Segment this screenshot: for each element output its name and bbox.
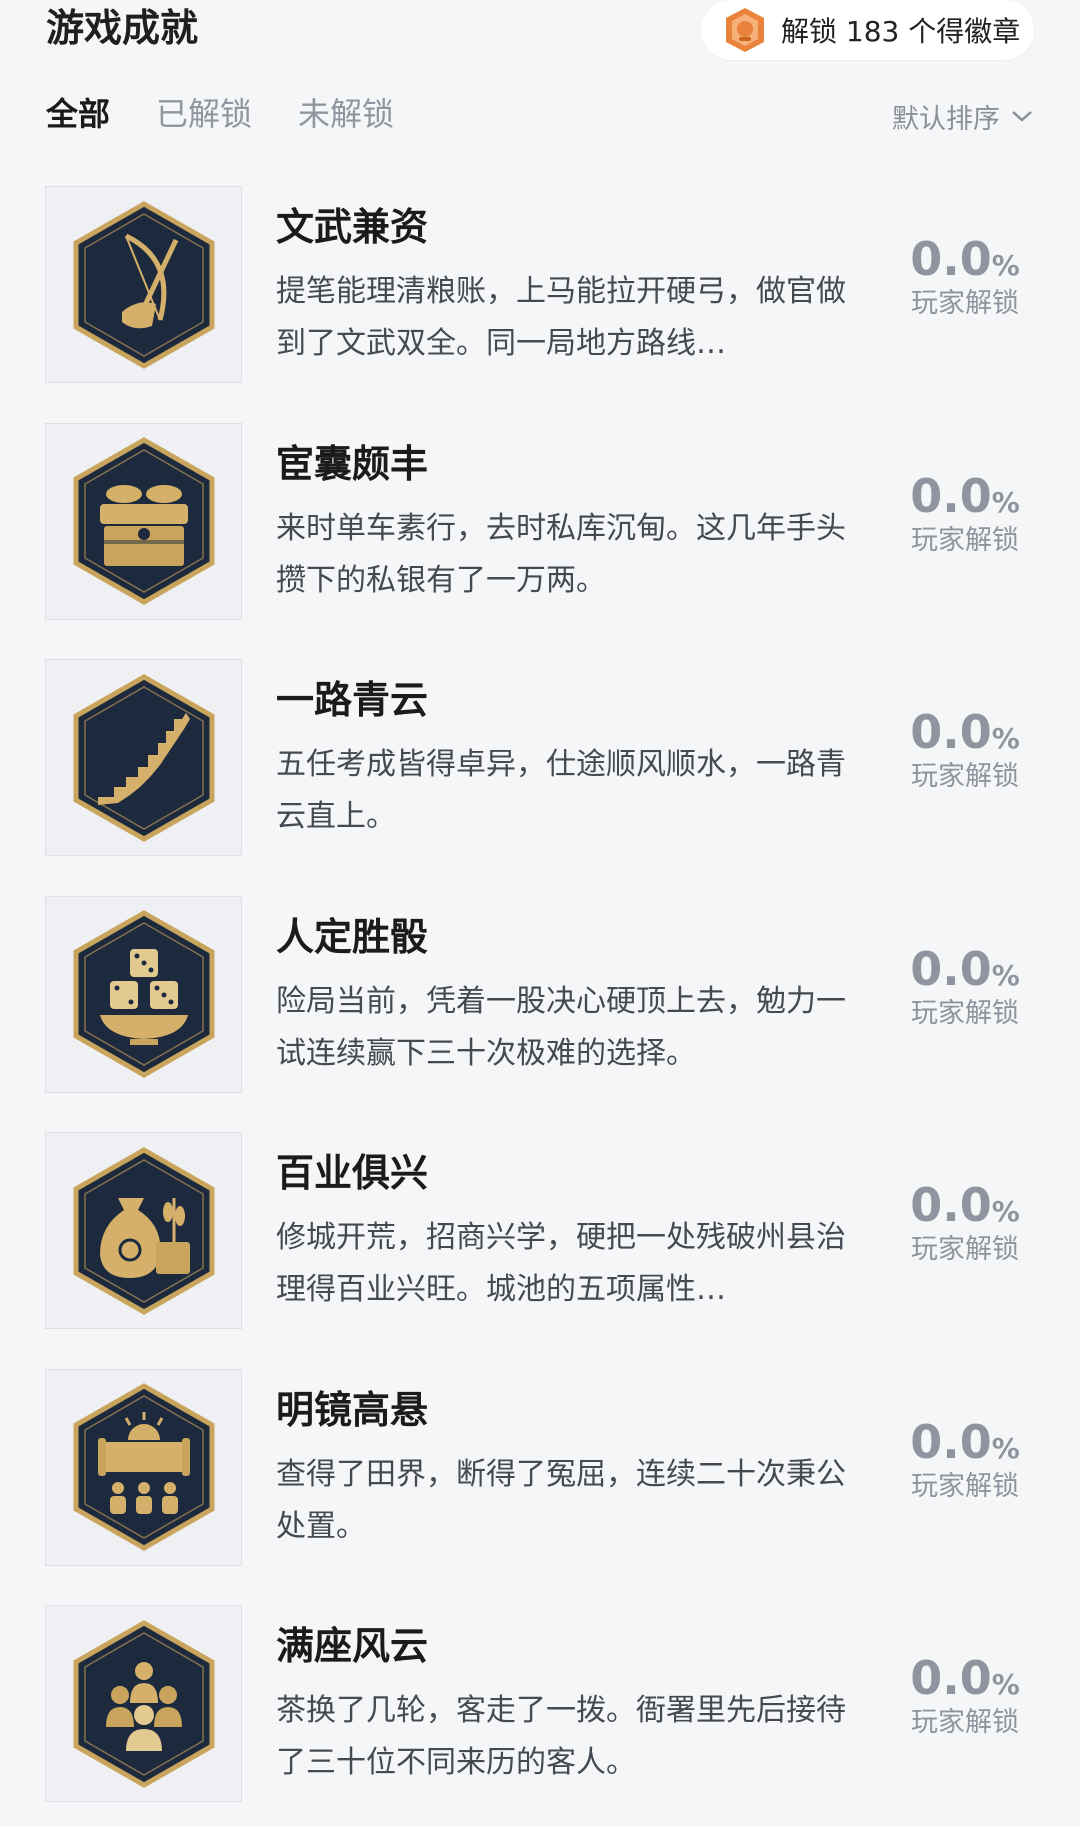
achievement-icon-frame <box>45 1605 242 1802</box>
dice-bowl-icon <box>73 910 214 1078</box>
unlock-stat: 0.0% 玩家解锁 <box>880 232 1050 322</box>
unlock-text: 解锁 183 个得徽章 <box>781 15 1021 48</box>
achievement-description: 来时单车素行，去时私库沉甸。这几年手头攒下的私银有了一万两。 <box>276 510 846 598</box>
achievement-name: 一路青云 <box>276 678 429 722</box>
unlock-label: 玩家解锁 <box>911 1234 1019 1265</box>
achievement-description: 提笔能理清粮账，上马能拉开硬弓，做官做到了文武双全。同一局地方路线… <box>276 274 846 361</box>
chevron-down-icon <box>1012 111 1032 122</box>
percent-sign: % <box>991 1668 1020 1701</box>
treasure-chest-icon <box>73 437 214 605</box>
tab-all[interactable]: 全部 <box>46 92 110 140</box>
sort-dropdown[interactable]: 默认排序 <box>892 98 1034 135</box>
percent-sign: % <box>991 485 1020 519</box>
achievement-icon-frame <box>45 659 242 856</box>
unlock-stat: 0.0% 玩家解锁 <box>880 1651 1050 1741</box>
achievement-item[interactable]: 宦囊颇丰 来时单车素行，去时私库沉甸。这几年手头攒下的私银有了一万两。 0.0%… <box>0 422 1080 660</box>
header: 游戏成就 解锁 183 个得徽章 <box>0 0 1080 70</box>
unlock-label: 玩家解锁 <box>911 1707 1019 1738</box>
percent-sign: % <box>991 1195 1020 1228</box>
achievement-description: 查得了田界，断得了冤屈，连续二十次秉公处置。 <box>276 1456 846 1544</box>
unlock-percent: 0.0 <box>910 1651 992 1705</box>
badge-icon <box>726 8 764 52</box>
unlock-label: 玩家解锁 <box>911 761 1019 792</box>
unlock-percent: 0.0 <box>910 705 992 759</box>
tab-locked[interactable]: 未解锁 <box>298 92 394 140</box>
page-title: 游戏成就 <box>46 6 199 50</box>
unlock-stat: 0.0% 玩家解锁 <box>880 942 1050 1032</box>
money-bag-icon <box>73 1146 214 1315</box>
unlock-percent: 0.0 <box>910 1414 992 1469</box>
tab-unlocked[interactable]: 已解锁 <box>156 92 252 140</box>
unlock-percent: 0.0 <box>910 232 992 286</box>
achievement-description: 险局当前，凭着一股决心硬顶上去，勉力一试连续赢下三十次极难的选择。 <box>276 983 846 1071</box>
stairs-icon <box>73 673 214 842</box>
achievement-item[interactable]: 文武兼资 提笔能理清粮账，上马能拉开硬弓，做官做到了文武双全。同一局地方路线… … <box>0 186 1080 423</box>
achievement-item[interactable]: 人定胜骰 险局当前，凭着一股决心硬顶上去，勉力一试连续赢下三十次极难的选择。 0… <box>0 895 1080 1133</box>
scroll-sun-icon <box>73 1383 214 1551</box>
unlock-percent: 0.0 <box>910 941 992 996</box>
unlock-badge-pill[interactable]: 解锁 183 个得徽章 <box>701 0 1034 60</box>
guests-icon <box>73 1619 214 1788</box>
achievement-list: 文武兼资 提笔能理清粮账，上马能拉开硬弓，做官做到了文武双全。同一局地方路线… … <box>0 186 1080 1826</box>
percent-sign: % <box>991 249 1020 282</box>
achievements-page: 游戏成就 解锁 183 个得徽章 全部 已解锁 未解锁 默认排序 文武兼资 提笔… <box>0 0 1080 1826</box>
achievement-icon-frame <box>45 1132 242 1329</box>
unlock-label: 玩家解锁 <box>911 288 1019 319</box>
achievement-name: 百业俱兴 <box>276 1151 429 1195</box>
unlock-stat: 0.0% 玩家解锁 <box>880 1415 1050 1505</box>
achievement-name: 满座风云 <box>276 1624 429 1668</box>
unlock-label: 玩家解锁 <box>911 1470 1019 1502</box>
unlock-label: 玩家解锁 <box>911 524 1019 556</box>
bow-brush-icon <box>73 200 214 369</box>
filter-tabs: 全部 已解锁 未解锁 <box>46 92 440 140</box>
achievement-item[interactable]: 百业俱兴 修城开荒，招商兴学，硬把一处残破州县治理得百业兴旺。城池的五项属性… … <box>0 1132 1080 1369</box>
unlock-percent: 0.0 <box>910 1178 992 1232</box>
percent-sign: % <box>991 958 1020 992</box>
achievement-item[interactable]: 一路青云 五任考成皆得卓异，仕途顺风顺水，一路青云直上。 0.0% 玩家解锁 <box>0 659 1080 896</box>
achievement-icon-frame <box>45 895 242 1093</box>
unlock-label: 玩家解锁 <box>911 997 1019 1029</box>
unlock-stat: 0.0% 玩家解锁 <box>880 1178 1050 1268</box>
achievement-item[interactable]: 满座风云 茶换了几轮，客走了一拨。衙署里先后接待了三十位不同来历的客人。 0.0… <box>0 1605 1080 1826</box>
unlock-percent: 0.0 <box>910 468 992 523</box>
sort-label: 默认排序 <box>892 103 1000 135</box>
achievement-name: 宦囊颇丰 <box>276 441 429 486</box>
achievement-icon-frame <box>45 186 242 383</box>
percent-sign: % <box>991 1431 1020 1465</box>
achievement-name: 明镜高悬 <box>276 1387 429 1432</box>
achievement-item[interactable]: 明镜高悬 查得了田界，断得了冤屈，连续二十次秉公处置。 0.0% 玩家解锁 <box>0 1368 1080 1606</box>
percent-sign: % <box>991 722 1020 755</box>
achievement-name: 文武兼资 <box>276 205 429 249</box>
unlock-stat: 0.0% 玩家解锁 <box>880 705 1050 795</box>
achievement-description: 修城开荒，招商兴学，硬把一处残破州县治理得百业兴旺。城池的五项属性… <box>276 1220 846 1307</box>
achievement-name: 人定胜骰 <box>276 914 429 959</box>
achievement-icon-frame <box>45 422 242 620</box>
achievement-description: 茶换了几轮，客走了一拨。衙署里先后接待了三十位不同来历的客人。 <box>276 1693 846 1780</box>
unlock-stat: 0.0% 玩家解锁 <box>880 469 1050 559</box>
achievement-description: 五任考成皆得卓异，仕途顺风顺水，一路青云直上。 <box>276 747 846 834</box>
achievement-icon-frame <box>45 1368 242 1566</box>
